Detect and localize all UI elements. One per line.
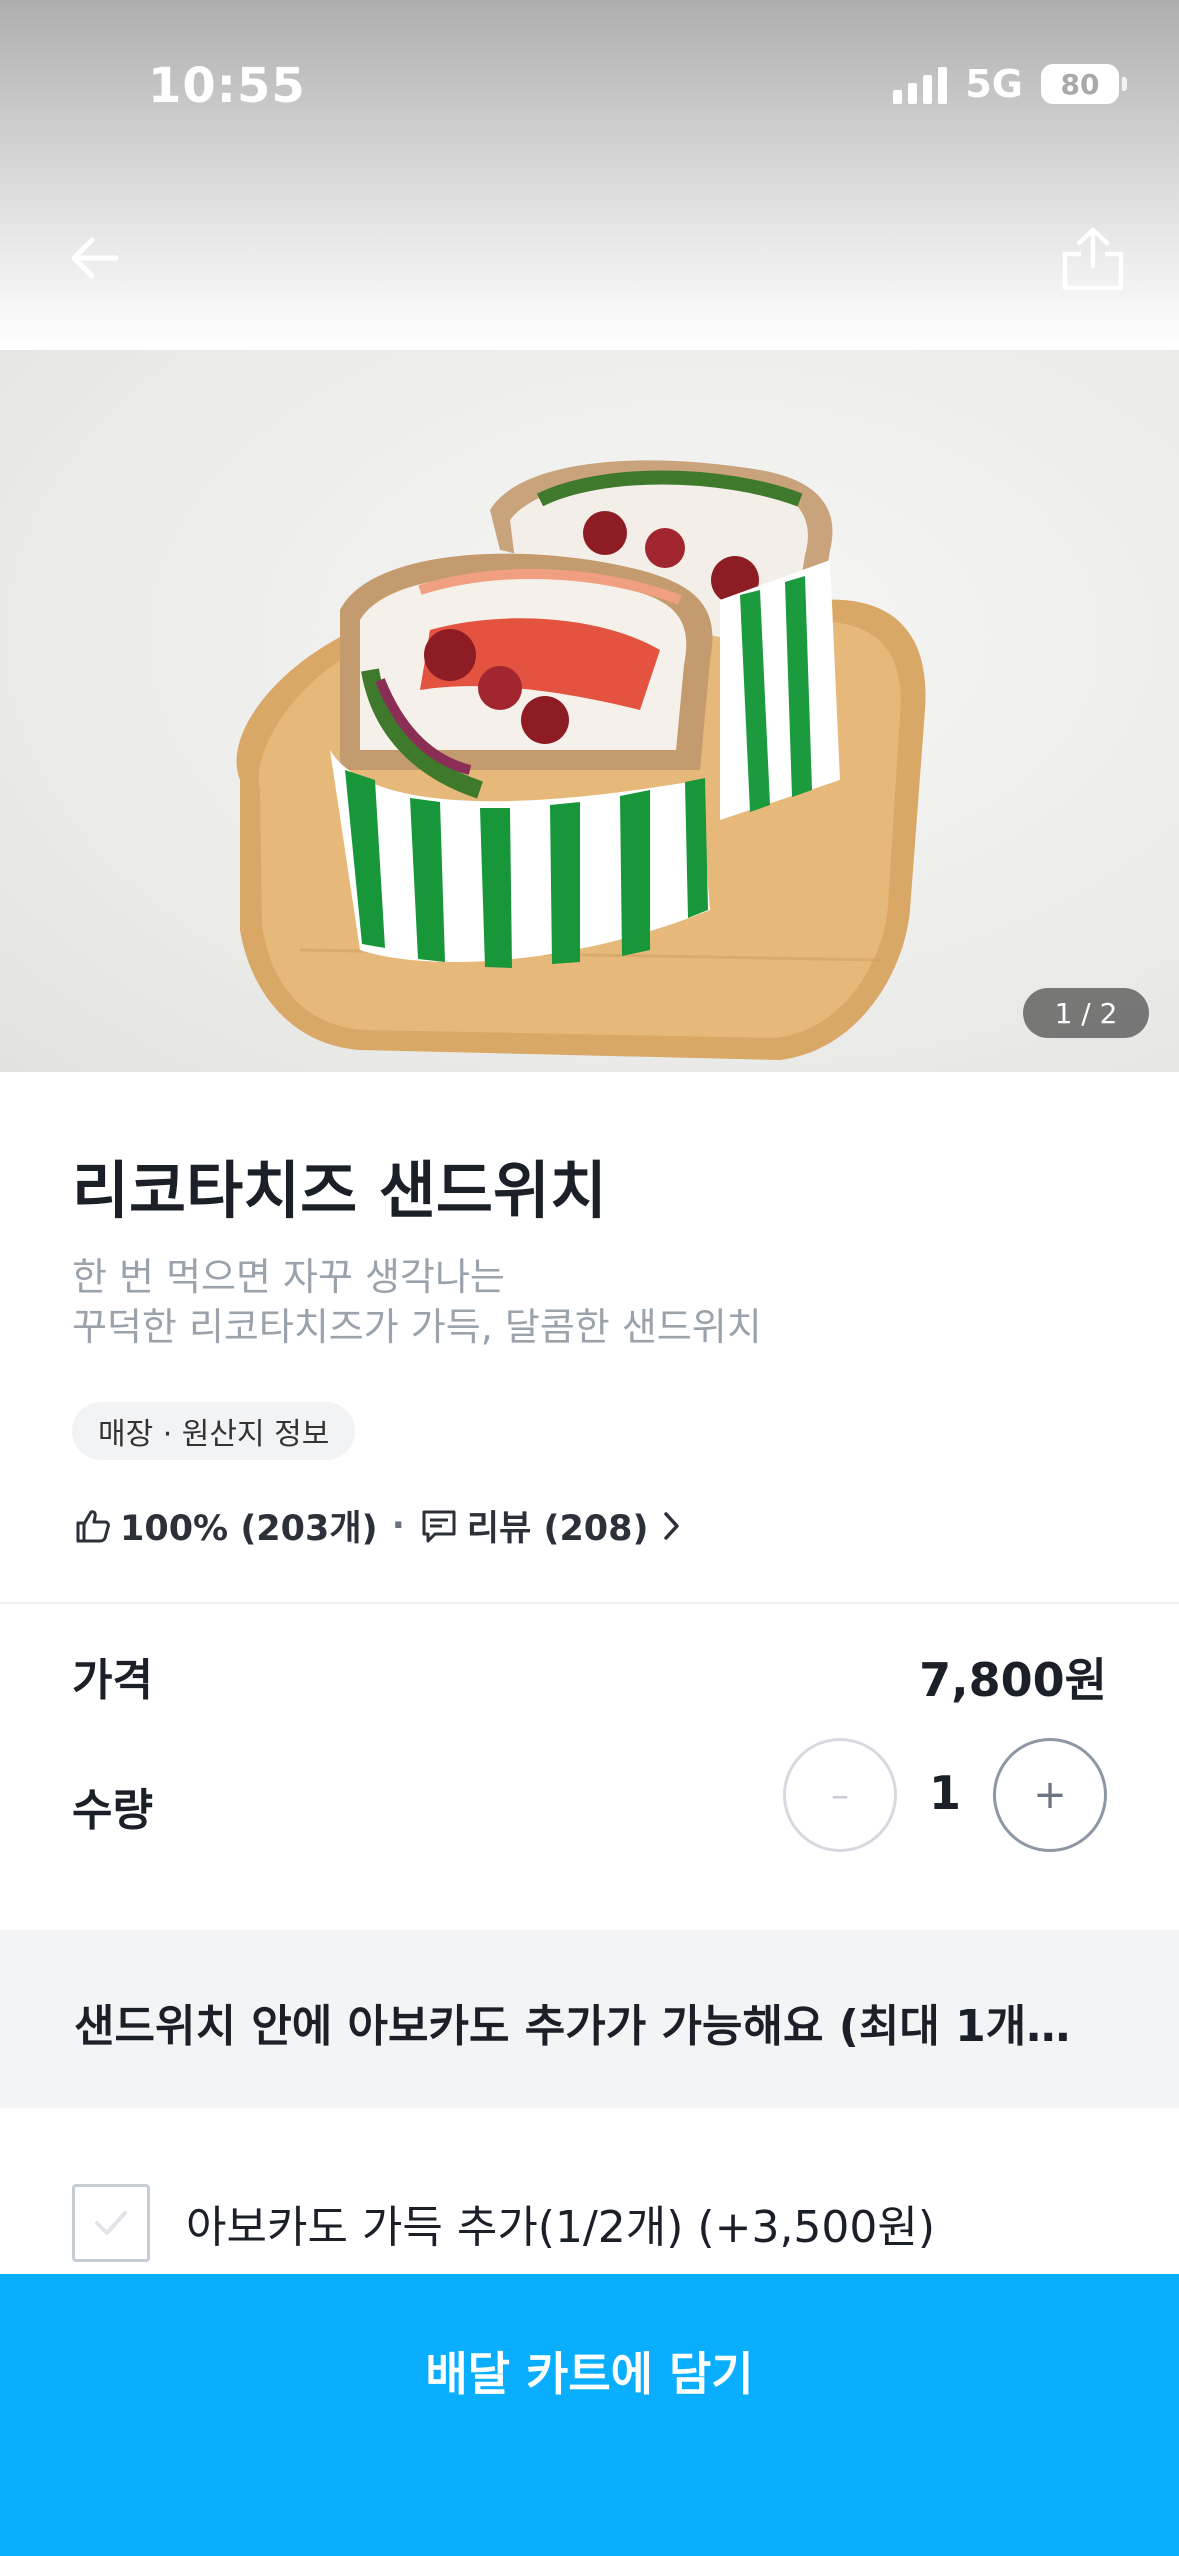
quantity-increase-button[interactable]: +	[993, 1738, 1107, 1852]
rating-text: 100% (203개)	[120, 1509, 378, 1549]
battery-level: 80	[1060, 67, 1100, 101]
product-title: 리코타치즈 샌드위치	[72, 1154, 607, 1227]
description-line-2: 꾸덕한 리코타치즈가 가득, 달콤한 샌드위치	[72, 1305, 762, 1349]
review-count-link[interactable]: 리뷰 (208)	[467, 1500, 649, 1551]
section-divider	[0, 1602, 1179, 1604]
checkmark-icon	[95, 2211, 127, 2235]
thumbs-up-icon	[76, 1509, 110, 1542]
option-group-title: 샌드위치 안에 아보카도 추가가 가능해요 (최대 1개 선택)	[74, 2001, 1074, 2052]
add-to-cart-label: 배달 카트에 담기	[425, 2347, 754, 2401]
network-type: 5G	[965, 62, 1023, 106]
arrow-left-icon	[71, 237, 119, 279]
option-label: 아보카도 가득 추가(1/2개) (+3,500원)	[186, 2202, 936, 2253]
header: 10:55 5G 80	[0, 0, 1179, 350]
option-group-header: 샌드위치 안에 아보카도 추가가 가능해요 (최대 1개 선택)	[0, 1930, 1179, 2108]
rating-separator: ·	[391, 1505, 405, 1546]
comment-icon	[422, 1510, 456, 1542]
price-value: 7,800원	[919, 1653, 1107, 1707]
cellular-signal-icon	[893, 64, 948, 104]
back-button[interactable]	[64, 228, 124, 288]
product-image[interactable]: 1 / 2	[0, 350, 1179, 1072]
chevron-right-icon	[663, 1511, 679, 1540]
quantity-label: 수량	[72, 1785, 153, 1836]
battery-icon: 80	[1041, 64, 1127, 104]
price-label: 가격	[72, 1655, 153, 1706]
status-time: 10:55	[148, 58, 306, 114]
add-to-cart-button[interactable]: 배달 카트에 담기	[0, 2274, 1179, 2556]
description-line-1: 한 번 먹으면 자꾸 생각나는	[72, 1255, 505, 1299]
share-icon	[1062, 227, 1124, 291]
share-button[interactable]	[1059, 224, 1127, 292]
sandwich-photo	[236, 460, 926, 1060]
product-description: 한 번 먹으면 자꾸 생각나는 꾸덕한 리코타치즈가 가득, 달콤한 샌드위치	[72, 1252, 762, 1352]
image-page-indicator: 1 / 2	[1023, 988, 1149, 1038]
status-icons: 5G 80	[893, 62, 1127, 106]
rating-review-row[interactable]: 100% (203개) · 리뷰 (208)	[72, 1500, 685, 1551]
quantity-value: 1	[928, 1766, 961, 1820]
option-checkbox[interactable]	[72, 2184, 150, 2262]
quantity-decrease-button[interactable]: –	[783, 1738, 897, 1852]
option-item-avocado[interactable]: 아보카도 가득 추가(1/2개) (+3,500원)	[72, 2184, 935, 2262]
store-origin-info-chip[interactable]: 매장 · 원산지 정보	[72, 1402, 356, 1460]
